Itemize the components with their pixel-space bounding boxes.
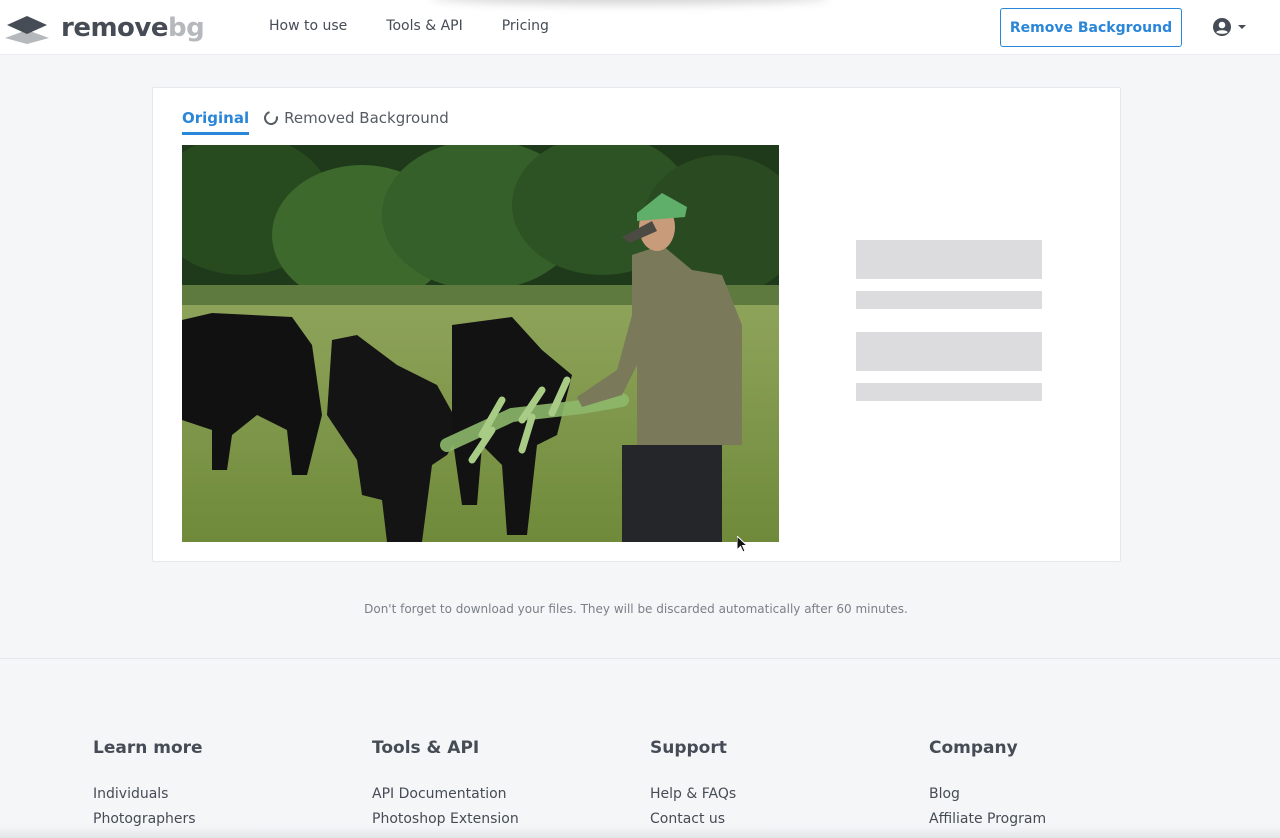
tab-removed-background-label: Removed Background	[284, 109, 449, 127]
view-tabs: Original Removed Background	[182, 108, 449, 135]
tab-original[interactable]: Original	[182, 109, 250, 135]
photo-illustration	[182, 145, 779, 542]
footer-heading: Learn more	[93, 738, 203, 758]
spinner-icon	[261, 108, 281, 128]
layers-icon	[5, 16, 49, 44]
tab-removed-background[interactable]: Removed Background	[261, 108, 449, 135]
original-image	[182, 145, 779, 542]
footer-link-individuals[interactable]: Individuals	[93, 782, 203, 807]
footer-column-tools-api: Tools & API API Documentation Photoshop …	[372, 738, 519, 831]
skeleton-line-2	[856, 383, 1042, 401]
skeleton-block-2	[856, 332, 1042, 371]
user-circle-icon	[1213, 18, 1231, 36]
discard-notice: Don't forget to download your files. The…	[364, 602, 908, 616]
footer-column-company: Company Blog Affiliate Program	[929, 738, 1046, 831]
footer-link-blog[interactable]: Blog	[929, 782, 1046, 807]
bottom-fade	[0, 826, 1280, 838]
skeleton-block-1	[856, 240, 1042, 279]
nav-tools-api[interactable]: Tools & API	[386, 18, 462, 34]
nav-pricing[interactable]: Pricing	[502, 18, 549, 34]
logo[interactable]: removebg	[5, 12, 205, 44]
logo-wordmark: removebg	[61, 13, 205, 43]
mouse-cursor-icon	[737, 536, 749, 553]
nav-how-to-use[interactable]: How to use	[269, 18, 347, 34]
footer-heading: Company	[929, 738, 1018, 758]
footer-link-api-documentation[interactable]: API Documentation	[372, 782, 519, 807]
footer-link-help-faqs[interactable]: Help & FAQs	[650, 782, 736, 807]
editor-card: Original Removed Background	[152, 87, 1121, 562]
main-nav: How to use Tools & API Pricing	[269, 18, 549, 34]
footer-column-support: Support Help & FAQs Contact us	[650, 738, 736, 831]
footer-heading: Support	[650, 738, 727, 758]
top-navbar: removebg How to use Tools & API Pricing …	[0, 0, 1280, 55]
user-menu[interactable]	[1212, 17, 1246, 37]
caret-down-icon	[1238, 25, 1246, 29]
footer-divider	[0, 658, 1280, 659]
footer-column-learn-more: Learn more Individuals Photographers	[93, 738, 203, 831]
remove-background-button[interactable]: Remove Background	[1000, 8, 1182, 47]
skeleton-line-1	[856, 291, 1042, 309]
footer-heading: Tools & API	[372, 738, 480, 758]
